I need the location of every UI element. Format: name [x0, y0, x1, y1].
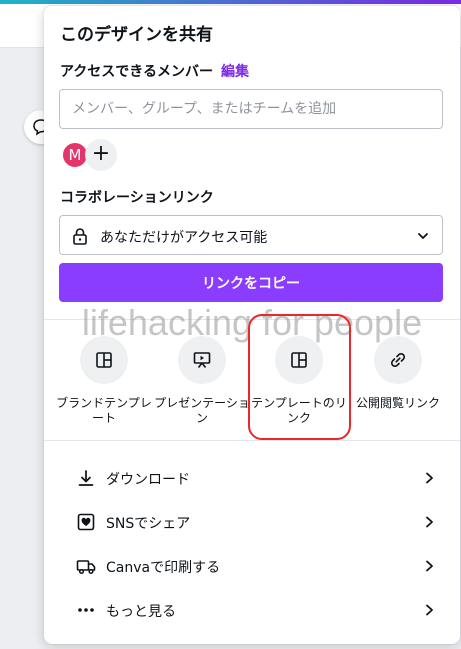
- heart-icon: [77, 513, 95, 531]
- panel-title: このデザインを共有: [60, 25, 213, 45]
- lock-icon: [73, 228, 87, 245]
- copy-link-button[interactable]: リンクをコピー: [59, 263, 443, 302]
- action-sns-share[interactable]: SNSでシェア: [60, 502, 444, 542]
- option-circle: [275, 336, 323, 384]
- action-label: SNSでシェア: [106, 516, 191, 532]
- option-template-link[interactable]: テンプレートのリンク: [251, 336, 347, 436]
- link-icon: [390, 352, 406, 368]
- option-presentation[interactable]: プレゼンテーション: [154, 336, 250, 436]
- share-panel: このデザインを共有 アクセスできるメンバー 編集 M + コラボレーションリンク…: [44, 6, 460, 644]
- download-icon: [78, 470, 94, 486]
- chevron-right-icon: [426, 472, 433, 484]
- option-label: テンプレートのリンク: [251, 396, 347, 425]
- chevron-right-icon: [426, 560, 433, 572]
- option-circle: [80, 336, 128, 384]
- more-icon: [78, 608, 94, 612]
- action-more[interactable]: もっと見る: [60, 590, 444, 630]
- option-label: 公開閲覧リンク: [355, 396, 440, 410]
- template-icon: [291, 352, 307, 368]
- collab-link-label: コラボレーションリンク: [60, 190, 214, 206]
- action-download[interactable]: ダウンロード: [60, 458, 444, 498]
- chevron-down-icon: [418, 233, 428, 239]
- action-label: もっと見る: [106, 604, 176, 620]
- access-members-label: アクセスできるメンバー: [60, 64, 214, 80]
- option-circle: [178, 336, 226, 384]
- add-member-button[interactable]: +: [85, 139, 117, 171]
- action-canva-print[interactable]: Canvaで印刷する: [60, 546, 444, 586]
- edit-link[interactable]: 編集: [221, 61, 249, 81]
- chevron-right-icon: [426, 516, 433, 528]
- access-level-select[interactable]: あなただけがアクセス可能: [59, 215, 443, 255]
- add-member-input[interactable]: [59, 89, 443, 129]
- divider: [44, 319, 460, 320]
- truck-icon: [76, 560, 96, 575]
- option-circle: [374, 336, 422, 384]
- action-label: Canvaで印刷する: [106, 560, 221, 576]
- action-label: ダウンロード: [106, 472, 190, 488]
- option-brand-template[interactable]: ブランドテンプレート: [56, 336, 152, 436]
- top-accent-stripe: [0, 0, 461, 4]
- access-level-value: あなただけがアクセス可能: [100, 230, 268, 246]
- template-icon: [96, 352, 112, 368]
- option-label: ブランドテンプレート: [56, 396, 152, 425]
- option-public-view-link[interactable]: 公開閲覧リンク: [350, 336, 446, 436]
- divider: [44, 440, 460, 441]
- option-label: プレゼンテーション: [154, 396, 250, 425]
- chevron-right-icon: [426, 604, 433, 616]
- presentation-icon: [193, 352, 211, 368]
